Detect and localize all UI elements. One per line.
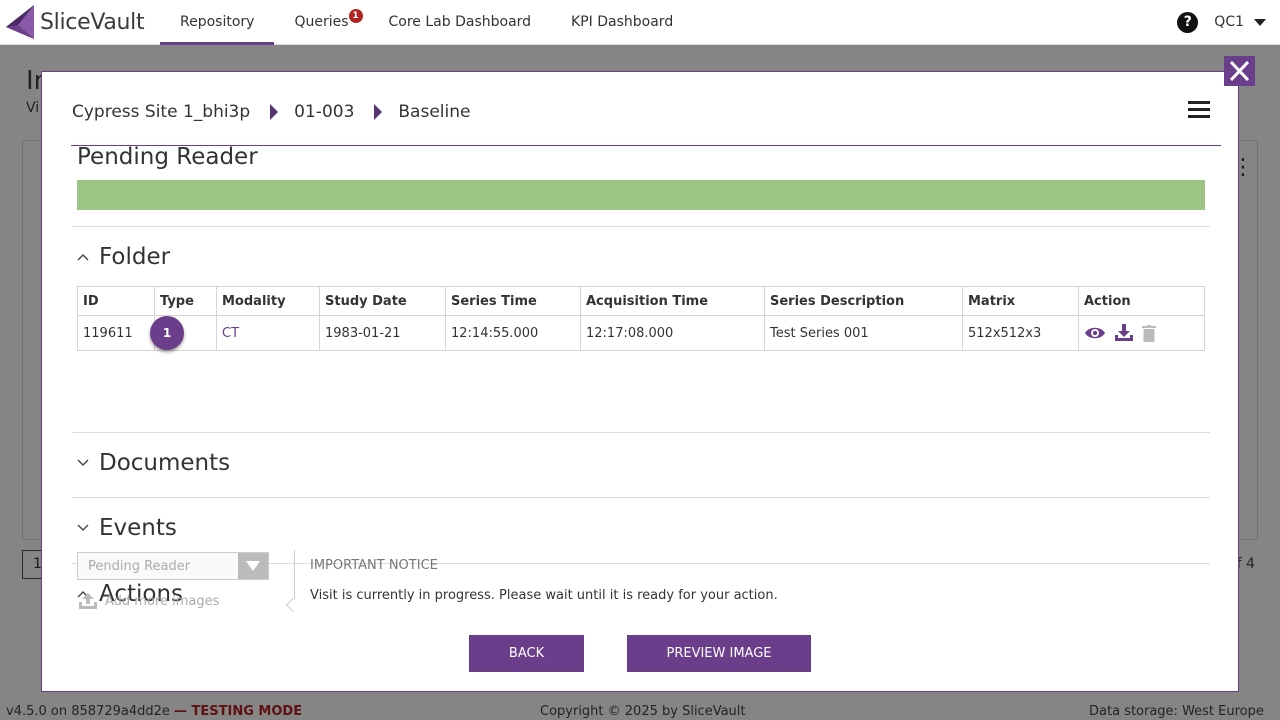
help-icon[interactable]: ?: [1177, 11, 1199, 33]
eye-icon[interactable]: [1084, 326, 1106, 340]
download-icon[interactable]: [1114, 324, 1134, 342]
divider: [72, 432, 1210, 433]
visit-modal: Cypress Site 1_bhi3p 01-003 Baseline Pen…: [41, 71, 1239, 692]
section-folder-toggle[interactable]: Folder: [77, 244, 170, 270]
nav-kpi-label: KPI Dashboard: [571, 14, 674, 30]
brand-name: SliceVault: [40, 9, 145, 35]
section-folder-title: Folder: [99, 244, 171, 270]
cell-type: 1: [150, 315, 217, 351]
col-action: Action: [1078, 286, 1205, 316]
cell-matrix: 512x512x3: [962, 315, 1079, 351]
col-series-description[interactable]: Series Description: [764, 286, 963, 316]
cell-acquisition-time: 12:17:08.000: [580, 315, 765, 351]
breadcrumb: Cypress Site 1_bhi3p 01-003 Baseline: [72, 94, 470, 130]
trash-icon[interactable]: [1142, 324, 1156, 342]
divider: [72, 497, 1210, 498]
user-menu[interactable]: QC1: [1214, 14, 1266, 30]
col-id[interactable]: ID: [77, 286, 155, 316]
upload-icon: [79, 593, 97, 609]
nav-repository[interactable]: Repository: [160, 0, 275, 45]
add-more-images-label: Add more images: [105, 593, 220, 609]
col-matrix[interactable]: Matrix: [962, 286, 1079, 316]
col-acquisition-time[interactable]: Acquisition Time: [580, 286, 765, 316]
section-documents-title: Documents: [99, 450, 231, 476]
table-header-row: ID Type Modality Study Date Series Time …: [77, 286, 1205, 316]
nav-kpi-dashboard[interactable]: KPI Dashboard: [551, 0, 693, 45]
preview-image-button[interactable]: PREVIEW IMAGE: [627, 635, 811, 672]
back-button[interactable]: BACK: [469, 635, 584, 672]
cell-series-description: Test Series 001: [764, 315, 963, 351]
cell-series-time: 12:14:55.000: [445, 315, 581, 351]
section-events-toggle[interactable]: Events: [77, 515, 177, 541]
user-name: QC1: [1214, 14, 1244, 30]
chevron-down-icon: [77, 520, 99, 536]
chevron-down-icon: [1254, 18, 1266, 26]
section-documents-toggle[interactable]: Documents: [77, 450, 230, 476]
status-select-value: Pending Reader: [88, 559, 191, 574]
breadcrumb-subject[interactable]: 01-003: [294, 102, 354, 122]
cell-id: 119611: [77, 315, 155, 351]
caret-right-icon: [374, 104, 383, 120]
cell-modality: CT: [216, 315, 320, 351]
notice-title: IMPORTANT NOTICE: [310, 558, 438, 573]
col-series-time[interactable]: Series Time: [445, 286, 581, 316]
top-navbar: SliceVault Repository Queries 1 Core Lab …: [0, 0, 1280, 45]
close-icon: [1229, 60, 1250, 82]
caret-right-icon: [270, 104, 279, 120]
section-events-title: Events: [99, 515, 177, 541]
divider: [72, 226, 1210, 227]
status-title: Pending Reader: [77, 146, 258, 170]
brand[interactable]: SliceVault: [4, 3, 160, 41]
type-badge: 1: [150, 316, 184, 350]
queries-count-badge: 1: [348, 8, 363, 23]
nav-core-lab-dashboard[interactable]: Core Lab Dashboard: [369, 0, 552, 45]
col-modality[interactable]: Modality: [216, 286, 320, 316]
series-table: ID Type Modality Study Date Series Time …: [77, 286, 1205, 351]
add-more-images-button[interactable]: Add more images: [79, 593, 219, 609]
table-row[interactable]: 119611 1 CT 1983-01-21 12:14:55.000 12:1…: [77, 315, 1205, 351]
col-study-date[interactable]: Study Date: [319, 286, 446, 316]
nav-queries[interactable]: Queries 1: [274, 0, 368, 45]
chevron-up-icon: [77, 249, 99, 265]
progress-fill: [77, 180, 1205, 210]
nav-repository-label: Repository: [180, 14, 255, 30]
notice-message: Visit is currently in progress. Please w…: [310, 588, 778, 603]
close-modal-button[interactable]: [1224, 56, 1255, 86]
chevron-down-icon: [238, 553, 268, 579]
cell-study-date: 1983-01-21: [319, 315, 446, 351]
nav-queries-label: Queries: [294, 14, 349, 30]
chevron-down-icon: [77, 455, 99, 471]
hamburger-menu-icon[interactable]: [1188, 101, 1210, 119]
breadcrumb-site[interactable]: Cypress Site 1_bhi3p: [72, 102, 250, 122]
cell-action: [1078, 315, 1205, 351]
breadcrumb-visit[interactable]: Baseline: [398, 102, 470, 122]
nav-core-lab-label: Core Lab Dashboard: [388, 14, 532, 30]
col-type[interactable]: Type: [154, 286, 217, 316]
main-nav: Repository Queries 1 Core Lab Dashboard K…: [160, 0, 693, 45]
modality-link[interactable]: CT: [222, 326, 239, 341]
status-progress-bar: [77, 180, 1205, 210]
status-select[interactable]: Pending Reader: [77, 552, 269, 580]
slicevault-logo-icon: [6, 5, 34, 39]
modal-body[interactable]: Pending Reader Folder ID Type Modality S…: [72, 146, 1212, 608]
